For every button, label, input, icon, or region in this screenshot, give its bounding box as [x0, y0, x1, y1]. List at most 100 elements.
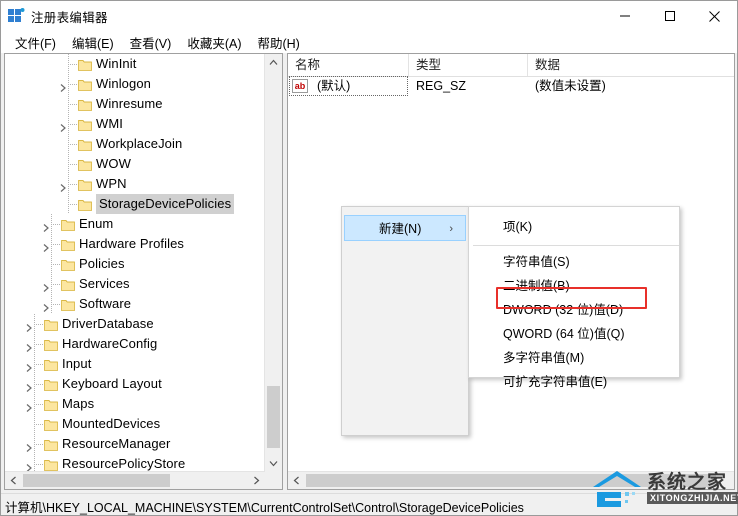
menu-help[interactable]: 帮助(H)	[249, 31, 307, 54]
chevron-right-icon[interactable]	[58, 79, 68, 92]
chevron-right-icon[interactable]	[41, 299, 51, 312]
tree-item[interactable]: Input	[5, 354, 265, 374]
tree-guide	[34, 414, 35, 434]
column-header-type[interactable]: 类型	[409, 54, 528, 76]
folder-icon	[44, 337, 58, 351]
folder-icon	[44, 437, 58, 451]
tree-item[interactable]: WorkplaceJoin	[5, 134, 265, 154]
tree-guide	[34, 404, 43, 405]
folder-icon	[61, 237, 75, 251]
tree-item[interactable]: Maps	[5, 394, 265, 414]
tree-item[interactable]: Winlogon	[5, 74, 265, 94]
tree-guide	[68, 174, 69, 194]
tree-item-label: DriverDatabase	[62, 316, 154, 331]
tree-item[interactable]: Hardware Profiles	[5, 234, 265, 254]
submenu-item-string-value[interactable]: 字符串值(S)	[469, 250, 679, 274]
close-button[interactable]	[692, 1, 737, 31]
tree-item[interactable]: ResourcePolicyStore	[5, 454, 265, 472]
tree-item[interactable]: DriverDatabase	[5, 314, 265, 334]
tree-guide	[68, 144, 77, 145]
chevron-right-icon[interactable]	[41, 239, 51, 252]
tree-item[interactable]: Services	[5, 274, 265, 294]
tree-guide	[68, 204, 77, 205]
tree-item[interactable]: Keyboard Layout	[5, 374, 265, 394]
tree-item[interactable]: Software	[5, 294, 265, 314]
scroll-left-icon[interactable]	[5, 472, 22, 489]
submenu-item-key[interactable]: 项(K)	[469, 213, 679, 241]
chevron-right-icon[interactable]	[24, 339, 34, 352]
menu-bar: 文件(F) 编辑(E) 查看(V) 收藏夹(A) 帮助(H)	[1, 31, 737, 53]
values-header: 名称 类型 数据	[288, 54, 734, 77]
cell-name: (默认)	[317, 79, 351, 93]
tree-item[interactable]: MountedDevices	[5, 414, 265, 434]
tree-vertical-scrollbar[interactable]	[264, 54, 282, 472]
tree-item-label: Hardware Profiles	[79, 236, 185, 251]
submenu-item-expandable[interactable]: 可扩充字符串值(E)	[469, 370, 679, 394]
watermark-text-cn: 系统之家	[647, 471, 728, 493]
tree-guide	[51, 244, 60, 245]
tree-item-label: WMI	[96, 116, 124, 131]
menu-view[interactable]: 查看(V)	[122, 31, 180, 54]
tree-item[interactable]: WOW	[5, 154, 265, 174]
tree-item[interactable]: StorageDevicePolicies	[5, 194, 265, 214]
tree-item[interactable]: HardwareConfig	[5, 334, 265, 354]
tree-item-label: Maps	[62, 396, 95, 411]
tree-item[interactable]: Policies	[5, 254, 265, 274]
submenu-item-qword-64[interactable]: QWORD (64 位)值(Q)	[469, 322, 679, 346]
tree-horizontal-scrollbar[interactable]	[5, 471, 265, 489]
menu-edit[interactable]: 编辑(E)	[64, 31, 122, 54]
scroll-up-icon[interactable]	[265, 54, 282, 71]
tree-guide	[68, 104, 77, 105]
column-header-name[interactable]: 名称	[288, 54, 409, 76]
scroll-right-icon[interactable]	[248, 472, 265, 489]
chevron-right-icon[interactable]	[24, 399, 34, 412]
chevron-right-icon[interactable]	[24, 439, 34, 452]
tree-guide	[34, 334, 35, 354]
tree-guide	[51, 254, 52, 274]
tree-guide	[68, 154, 69, 174]
chevron-right-icon[interactable]	[24, 319, 34, 332]
registry-tree[interactable]: WinInit Winlogon Winresume WMI WorkplaceJoin…	[5, 54, 265, 472]
tree-item-label: Services	[79, 276, 130, 291]
tree-item[interactable]: WMI	[5, 114, 265, 134]
chevron-right-icon[interactable]	[41, 279, 51, 292]
tree-hscrollbar-thumb[interactable]	[23, 474, 170, 487]
folder-icon	[44, 417, 58, 431]
tree-item-label: Policies	[79, 256, 125, 271]
chevron-right-icon[interactable]	[24, 459, 34, 472]
chevron-right-icon[interactable]	[24, 359, 34, 372]
chevron-right-icon[interactable]	[58, 119, 68, 132]
string-value-icon: ab	[292, 79, 308, 93]
context-menu[interactable]: 新建(N) ›	[341, 206, 469, 436]
context-menu-item-new[interactable]: 新建(N) ›	[344, 215, 466, 241]
status-path: 计算机\HKEY_LOCAL_MACHINE\SYSTEM\CurrentCon…	[5, 501, 524, 515]
scroll-down-icon[interactable]	[265, 455, 282, 472]
tree-item[interactable]: Winresume	[5, 94, 265, 114]
tree-scrollbar-thumb[interactable]	[267, 386, 280, 448]
tree-guide	[68, 124, 77, 125]
chevron-right-icon[interactable]	[58, 179, 68, 192]
chevron-right-icon[interactable]	[41, 219, 51, 232]
menu-favorites[interactable]: 收藏夹(A)	[179, 31, 249, 54]
watermark: 系统之家 XITONGZHIJIA.NET	[591, 465, 738, 511]
folder-icon	[61, 257, 75, 271]
tree-guide	[51, 304, 60, 305]
tree-guide	[34, 314, 35, 334]
minimize-button[interactable]	[602, 1, 647, 31]
tree-item[interactable]: ResourceManager	[5, 434, 265, 454]
menu-file[interactable]: 文件(F)	[7, 31, 64, 54]
tree-item[interactable]: WinInit	[5, 54, 265, 74]
column-header-data[interactable]: 数据	[528, 54, 734, 76]
window-title: 注册表编辑器	[31, 11, 108, 25]
tree-item[interactable]: WPN	[5, 174, 265, 194]
maximize-button[interactable]	[647, 1, 692, 31]
values-scroll-left-icon[interactable]	[288, 472, 305, 489]
tree-item[interactable]: Enum	[5, 214, 265, 234]
folder-icon	[61, 277, 75, 291]
registry-tree-pane[interactable]: WinInit Winlogon Winresume WMI WorkplaceJoin…	[4, 53, 283, 490]
chevron-right-icon: ›	[449, 223, 453, 235]
chevron-right-icon[interactable]	[24, 379, 34, 392]
tree-item-label: HardwareConfig	[62, 336, 158, 351]
submenu-item-multi-string[interactable]: 多字符串值(M)	[469, 346, 679, 370]
table-row[interactable]: ab (默认) REG_SZ (数值未设置)	[288, 76, 734, 96]
